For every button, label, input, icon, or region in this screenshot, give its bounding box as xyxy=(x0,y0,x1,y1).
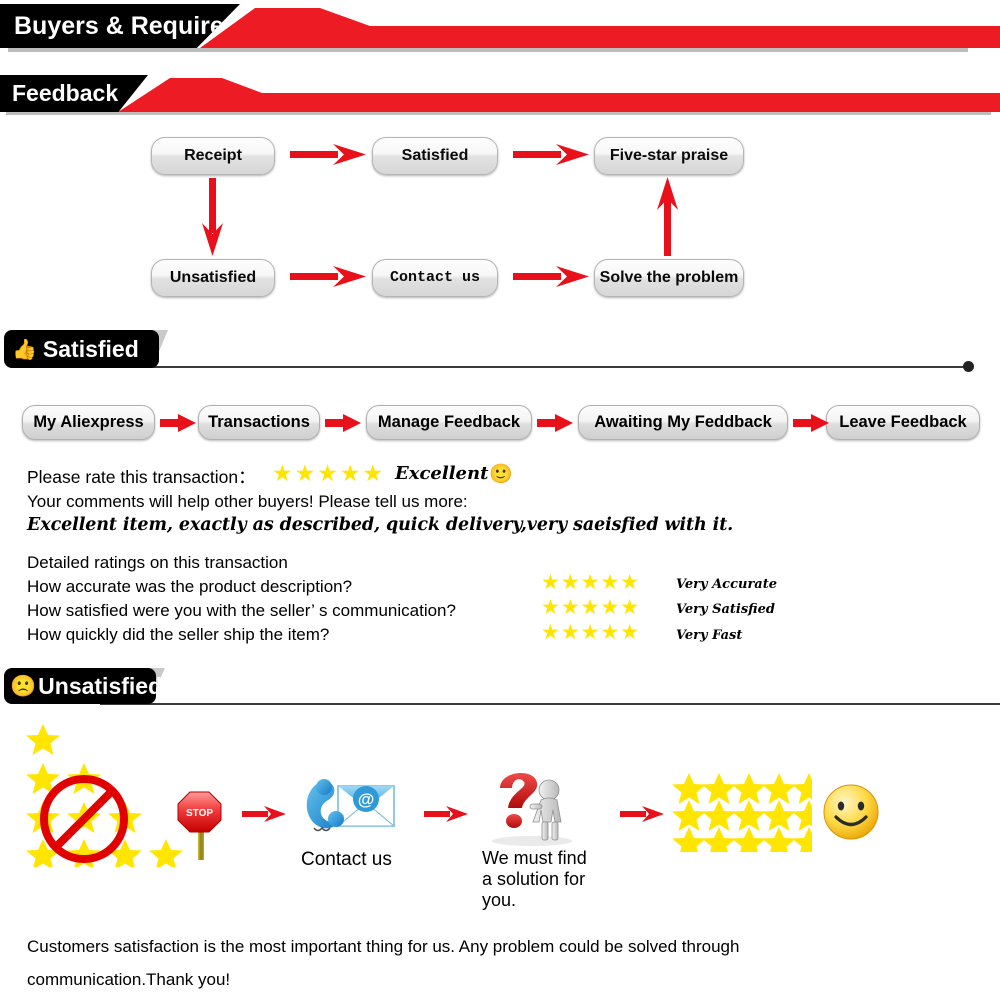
svg-text:@: @ xyxy=(358,790,375,809)
banner-buyers-required: Buyers & Required xyxy=(0,4,1000,56)
solution-line-1: We must find xyxy=(482,848,587,868)
satisfied-rule xyxy=(100,366,970,368)
solution-line-3: you. xyxy=(482,890,517,910)
satisfied-rule-dot xyxy=(963,361,974,372)
footer-line-1: Customers satisfaction is the most impor… xyxy=(27,937,740,956)
rating-stars: ★★★★★ xyxy=(541,620,641,644)
banner-title-2: Feedback xyxy=(12,80,119,106)
unsat-arrow-2 xyxy=(424,806,468,822)
footer-line-2: communication.Thank you! xyxy=(27,970,231,989)
flowchart-arrows xyxy=(202,144,678,287)
contact-us-label: Contact us xyxy=(301,849,392,870)
solution-line-2: a solution for xyxy=(482,869,586,889)
good-stars-grid xyxy=(672,773,812,852)
contact-us-icon: @ xyxy=(306,779,396,832)
satisfied-label: Satisfied xyxy=(42,335,139,362)
rating-question: How accurate was the product description… xyxy=(27,577,353,596)
unsat-arrow-3 xyxy=(620,806,664,822)
envelope-icon: @ xyxy=(336,785,396,827)
unsatisfied-label: Unsatisfied xyxy=(38,672,163,699)
unsat-arrow-1 xyxy=(242,806,286,822)
satisfied-section-header: 👍 Satisfied xyxy=(4,330,159,368)
comment-text: Excellent item, exactly as described, qu… xyxy=(27,515,734,535)
rating-stars: ★★★★★ xyxy=(541,595,641,619)
thumbs-up-icon: 👍 xyxy=(12,337,37,361)
rating-value: Very Fast xyxy=(676,628,743,643)
bad-stars-group xyxy=(26,724,183,867)
rating-value: Very Accurate xyxy=(676,577,778,592)
final-smiley-icon xyxy=(823,784,879,840)
unsatisfied-section-header: 🙁 Unsatisfied xyxy=(4,668,162,704)
detailed-ratings-heading: Detailed ratings on this transaction xyxy=(27,553,288,572)
rate-verdict-emoji: 🙂 xyxy=(489,463,513,485)
rating-question: How satisfied were you with the seller’ … xyxy=(27,601,456,620)
stop-label: STOP xyxy=(186,808,213,819)
banner-red-shape-2 xyxy=(118,78,1000,112)
banner-title: Buyers & Required xyxy=(14,11,240,40)
rating-stars: ★★★★★ xyxy=(541,570,641,594)
rating-question: How quickly did the seller ship the item… xyxy=(27,625,330,644)
comments-prompt: Your comments will help other buyers! Pl… xyxy=(27,492,468,511)
rate-prompt: Please rate this transaction： xyxy=(27,467,256,487)
rating-value: Very Satisfied xyxy=(676,602,775,617)
breadcrumb-arrows xyxy=(160,414,829,432)
unsatisfied-rule xyxy=(100,703,1000,705)
banner-feedback: Feedback xyxy=(0,75,1000,120)
stop-sign-icon: STOP xyxy=(177,791,222,860)
rate-verdict: Excellent xyxy=(395,463,489,484)
sad-face-icon: 🙁 xyxy=(10,673,37,698)
rate-stars: ★★★★★ xyxy=(272,461,386,487)
question-thinker-icon xyxy=(492,773,572,846)
